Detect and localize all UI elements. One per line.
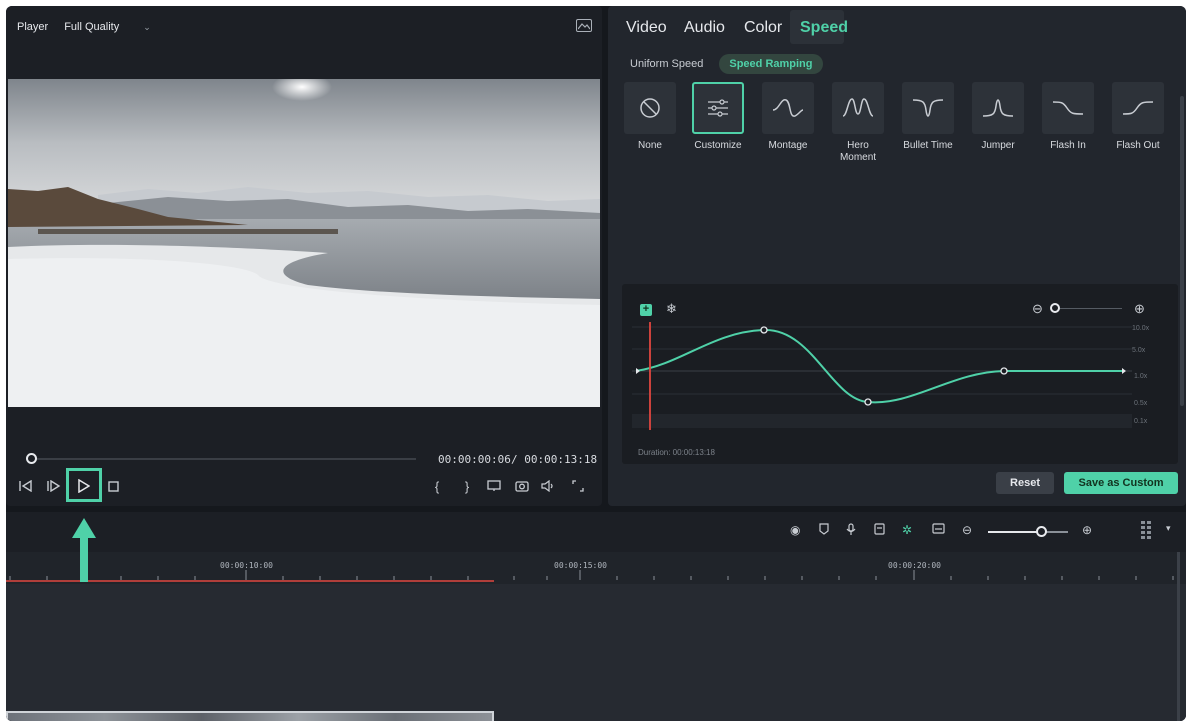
properties-panel: Video Audio Color Speed Uniform Speed Sp… [608, 6, 1186, 506]
play-button-highlight [66, 468, 102, 502]
microphone-icon[interactable] [846, 523, 856, 539]
preset-montage[interactable]: Montage [760, 82, 816, 152]
timeline-panel: ◉ ✲ ⊖ ⊕ ▾ 00:00:10:00 00:00:15:00 00:00:… [6, 512, 1186, 721]
volume-icon[interactable] [540, 476, 558, 496]
timeline-zoom-in-icon[interactable]: ⊕ [1082, 523, 1092, 537]
preset-jumper[interactable]: Jumper [970, 82, 1026, 152]
layout-grid-icon[interactable] [1140, 520, 1152, 543]
y-label-5x: 5.0x [1132, 347, 1146, 354]
timeline-toolbar: ◉ ✲ ⊖ ⊕ ▾ [6, 512, 1186, 548]
snapshot-view-icon[interactable] [576, 19, 592, 32]
preset-label: None [638, 140, 662, 151]
tab-speed[interactable]: Speed [800, 19, 848, 37]
preset-bullet-time[interactable]: Bullet Time [900, 82, 956, 152]
preset-label: Hero Moment [839, 140, 877, 163]
no-symbol-icon [624, 82, 676, 134]
player-toolbar: Player Full Quality ⌄ [6, 6, 602, 48]
bullet-time-curve-icon [902, 82, 954, 134]
editor-window: Player Full Quality ⌄ 00:00:00:06 / 00:0… [6, 6, 1186, 721]
timeline-zoom-fill [988, 531, 1040, 533]
duration-label: Duration: 00:00:13:18 [638, 448, 715, 457]
mark-out-icon[interactable]: } [462, 476, 472, 496]
ruler-label: 00:00:10:00 [220, 561, 273, 570]
next-frame-icon[interactable] [46, 476, 62, 496]
quality-dropdown[interactable]: Full Quality ⌄ [64, 21, 151, 33]
preset-label: Jumper [981, 140, 1015, 151]
preset-label: Flash Out [1116, 140, 1160, 151]
y-label-01x: 0.1x [1134, 418, 1148, 425]
preset-label: Bullet Time [903, 140, 953, 151]
sliders-icon [692, 82, 744, 134]
preset-label: Montage [768, 140, 808, 151]
y-label-05x: 0.5x [1134, 400, 1148, 407]
timeline-tracks[interactable] [6, 584, 1186, 721]
timeline-scrollbar[interactable] [1177, 552, 1180, 721]
subtitle-icon[interactable] [932, 523, 945, 537]
preset-flash-out[interactable]: Flash Out [1110, 82, 1166, 152]
video-preview [8, 79, 600, 407]
hero-moment-curve-icon [832, 82, 884, 134]
preset-hero-moment[interactable]: Hero Moment [830, 82, 886, 164]
properties-scrollbar[interactable] [1180, 96, 1184, 406]
speed-ramp-presets: None Customize Montage Hero Moment Bulle… [622, 82, 1182, 182]
layout-dropdown-icon[interactable]: ▾ [1166, 523, 1171, 534]
reset-button[interactable]: Reset [996, 472, 1054, 494]
player-label: Player [17, 21, 49, 33]
tab-audio[interactable]: Audio [684, 19, 725, 37]
y-label-10x: 10.0x [1132, 325, 1150, 332]
speed-curve-editor: + ❄ ⊖ ⊕ 10.0x 5.0x 1.0x 0.5x 0.1x Durati… [622, 284, 1178, 464]
preset-label: Flash In [1050, 140, 1086, 151]
timeline-zoom-handle[interactable] [1036, 526, 1047, 537]
preset-customize[interactable]: Customize [690, 82, 746, 152]
arrow-up-icon [72, 518, 96, 582]
chevron-down-icon: ⌄ [143, 21, 151, 32]
speed-curve-graph[interactable]: 10.0x 5.0x 1.0x 0.5x 0.1x [622, 284, 1178, 464]
current-timecode: 00:00:00:06 [438, 453, 511, 466]
ruler-label: 00:00:20:00 [888, 561, 941, 570]
uniform-speed-tab[interactable]: Uniform Speed [624, 54, 709, 74]
speed-mode-tabs: Uniform Speed Speed Ramping [624, 54, 823, 74]
flash-in-curve-icon [1042, 82, 1094, 134]
tab-video[interactable]: Video [626, 19, 667, 37]
preset-none[interactable]: None [622, 82, 678, 152]
jumper-curve-icon [972, 82, 1024, 134]
playback-progress-track[interactable] [28, 458, 416, 460]
timeline-ruler[interactable]: 00:00:10:00 00:00:15:00 00:00:20:00 [6, 552, 1186, 584]
quality-value: Full Quality [64, 21, 120, 33]
stop-button[interactable] [106, 476, 120, 496]
player-panel: Player Full Quality ⌄ 00:00:00:06 / 00:0… [6, 6, 602, 506]
audio-mixer-icon[interactable] [874, 523, 885, 538]
auto-ripple-icon[interactable]: ✲ [902, 523, 912, 537]
marker-icon[interactable] [819, 523, 829, 538]
flash-out-curve-icon [1112, 82, 1164, 134]
ruler-label: 00:00:15:00 [554, 561, 607, 570]
preset-label: Customize [694, 140, 742, 151]
tab-color[interactable]: Color [744, 19, 782, 37]
previous-frame-icon[interactable] [18, 476, 34, 496]
save-as-custom-button[interactable]: Save as Custom [1064, 472, 1178, 494]
y-label-1x: 1.0x [1134, 373, 1148, 380]
speed-ramping-tab[interactable]: Speed Ramping [719, 54, 823, 74]
render-preview-icon[interactable]: ◉ [790, 523, 800, 537]
total-timecode: / 00:00:13:18 [511, 453, 598, 466]
playback-scrub-handle[interactable] [26, 453, 37, 464]
timeline-zoom-out-icon[interactable]: ⊖ [962, 523, 972, 537]
video-clip[interactable] [6, 711, 494, 721]
preset-flash-in[interactable]: Flash In [1040, 82, 1096, 152]
fullscreen-icon[interactable] [570, 476, 586, 496]
montage-curve-icon [762, 82, 814, 134]
display-settings-icon[interactable] [486, 476, 502, 496]
mark-in-icon[interactable]: { [432, 476, 442, 496]
snapshot-icon[interactable] [514, 476, 530, 496]
